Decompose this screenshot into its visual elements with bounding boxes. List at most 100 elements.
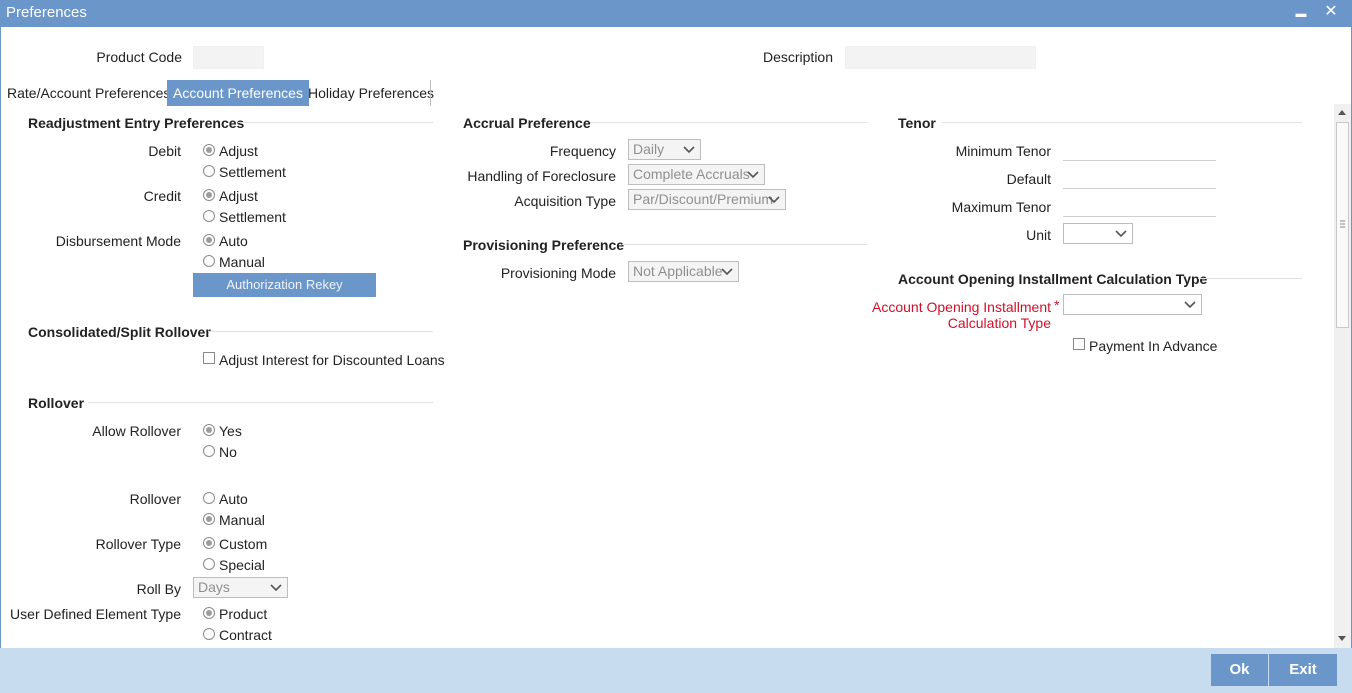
disbursement-manual-radio[interactable]	[203, 255, 215, 267]
allow-rollover-yes-radio[interactable]	[203, 424, 215, 436]
tab-holiday-preferences[interactable]: Holiday Preferences	[302, 80, 440, 106]
debit-adjust-label: Adjust	[219, 143, 258, 159]
default-tenor-label: Default	[1006, 171, 1051, 187]
foreclosure-value: Complete Accruals	[633, 166, 750, 182]
description-field[interactable]	[845, 46, 1036, 69]
credit-adjust-label: Adjust	[219, 188, 258, 204]
allow-rollover-no-label: No	[219, 444, 237, 460]
frequency-label: Frequency	[549, 143, 616, 159]
ude-contract-radio[interactable]	[203, 628, 215, 640]
section-divider	[590, 122, 867, 123]
disbursement-auto-radio[interactable]	[203, 234, 215, 246]
payment-in-advance-checkbox[interactable]	[1073, 338, 1085, 350]
minimum-tenor-input[interactable]	[1063, 139, 1216, 161]
rollover-type-label: Rollover Type	[95, 536, 181, 552]
rollover-auto-radio[interactable]	[203, 492, 215, 504]
rollover-section-title: Rollover	[28, 395, 85, 411]
required-marker: *	[1054, 297, 1060, 313]
provisioning-section-title: Provisioning Preference	[463, 237, 625, 253]
provisioning-mode-label: Provisioning Mode	[500, 265, 616, 281]
tab-rate-account-preferences[interactable]: Rate/Account Preferences	[1, 80, 176, 106]
acquisition-type-label: Acquisition Type	[514, 193, 616, 209]
authorization-rekey-button[interactable]: Authorization Rekey	[193, 273, 376, 297]
chevron-down-icon	[270, 584, 282, 592]
frequency-value: Daily	[633, 141, 665, 157]
ude-product-label: Product	[219, 606, 268, 622]
frequency-select[interactable]: Daily	[628, 139, 701, 160]
unit-label: Unit	[1026, 227, 1051, 243]
tenor-section-title: Tenor	[898, 115, 936, 131]
maximum-tenor-input[interactable]	[1063, 195, 1216, 217]
adjust-interest-label: Adjust Interest for Discounted Loans	[219, 352, 445, 368]
tab-divider	[430, 80, 431, 106]
product-code-field[interactable]	[193, 46, 264, 69]
exit-button[interactable]: Exit	[1269, 654, 1337, 686]
tab-account-preferences[interactable]: Account Preferences	[167, 80, 309, 106]
adjust-interest-checkbox[interactable]	[203, 352, 215, 364]
chevron-down-icon	[721, 268, 733, 276]
disbursement-auto-label: Auto	[219, 233, 248, 249]
minimize-icon[interactable]: ▬	[1290, 3, 1312, 25]
debit-settlement-radio[interactable]	[203, 165, 215, 177]
provisioning-mode-select[interactable]: Not Applicable	[628, 261, 739, 282]
rollover-type-custom-radio[interactable]	[203, 537, 215, 549]
installment-calc-label-2: Calculation Type	[947, 315, 1051, 331]
accrual-section-title: Accrual Preference	[463, 115, 591, 131]
credit-adjust-radio[interactable]	[203, 189, 215, 201]
rollover-auto-label: Auto	[219, 491, 248, 507]
installment-section-title: Account Opening Installment Calculation …	[898, 271, 1208, 287]
maximum-tenor-label: Maximum Tenor	[951, 199, 1051, 215]
rollover-type-special-radio[interactable]	[203, 558, 215, 570]
section-divider	[208, 331, 433, 332]
disbursement-mode-label: Disbursement Mode	[55, 233, 181, 249]
credit-label: Credit	[143, 188, 181, 204]
default-tenor-input[interactable]	[1063, 167, 1216, 189]
debit-settlement-label: Settlement	[219, 164, 286, 180]
chevron-down-icon	[768, 196, 780, 204]
disbursement-manual-label: Manual	[219, 254, 265, 270]
installment-calc-select[interactable]	[1063, 294, 1202, 315]
readjustment-section-title: Readjustment Entry Preferences	[28, 115, 245, 131]
allow-rollover-yes-label: Yes	[219, 423, 242, 439]
footer-bar: Ok Exit	[0, 648, 1352, 693]
roll-by-select[interactable]: Days	[193, 577, 288, 598]
scroll-up-icon[interactable]	[1338, 110, 1346, 115]
rollover-label: Rollover	[129, 491, 181, 507]
ude-contract-label: Contract	[219, 627, 272, 643]
roll-by-value: Days	[198, 579, 230, 595]
allow-rollover-no-radio[interactable]	[203, 445, 215, 457]
scroll-down-icon[interactable]	[1338, 636, 1346, 641]
chevron-down-icon	[683, 146, 695, 154]
description-label: Description	[762, 49, 833, 65]
minimum-tenor-label: Minimum Tenor	[955, 143, 1051, 159]
foreclosure-label: Handling of Foreclosure	[467, 168, 616, 184]
product-code-label: Product Code	[96, 49, 182, 65]
provisioning-mode-value: Not Applicable	[633, 263, 723, 279]
installment-calc-label: Account Opening Installment	[872, 299, 1051, 315]
foreclosure-select[interactable]: Complete Accruals	[628, 164, 765, 185]
ude-product-radio[interactable]	[203, 607, 215, 619]
rollover-type-special-label: Special	[219, 557, 265, 573]
close-icon[interactable]: ✕	[1320, 1, 1342, 23]
rollover-manual-radio[interactable]	[203, 513, 215, 525]
window-titlebar: Preferences ▬ ✕	[0, 0, 1352, 27]
section-divider	[622, 244, 867, 245]
vertical-scrollbar[interactable]	[1334, 104, 1351, 648]
acquisition-type-select[interactable]: Par/Discount/Premium	[628, 189, 786, 210]
debit-adjust-radio[interactable]	[203, 144, 215, 156]
window-title: Preferences	[6, 4, 87, 21]
chevron-down-icon	[1115, 230, 1127, 238]
ok-button[interactable]: Ok	[1211, 654, 1268, 686]
scroll-thumb[interactable]	[1336, 122, 1349, 328]
section-divider	[238, 122, 433, 123]
rollover-manual-label: Manual	[219, 512, 265, 528]
acquisition-type-value: Par/Discount/Premium	[633, 191, 774, 207]
section-divider	[1198, 278, 1302, 279]
rollover-type-custom-label: Custom	[219, 536, 268, 552]
section-divider	[88, 402, 433, 403]
credit-settlement-radio[interactable]	[203, 210, 215, 222]
chevron-down-icon	[1184, 301, 1196, 309]
unit-select[interactable]	[1063, 223, 1133, 244]
grip-icon	[1340, 220, 1345, 228]
chevron-down-icon	[747, 171, 759, 179]
